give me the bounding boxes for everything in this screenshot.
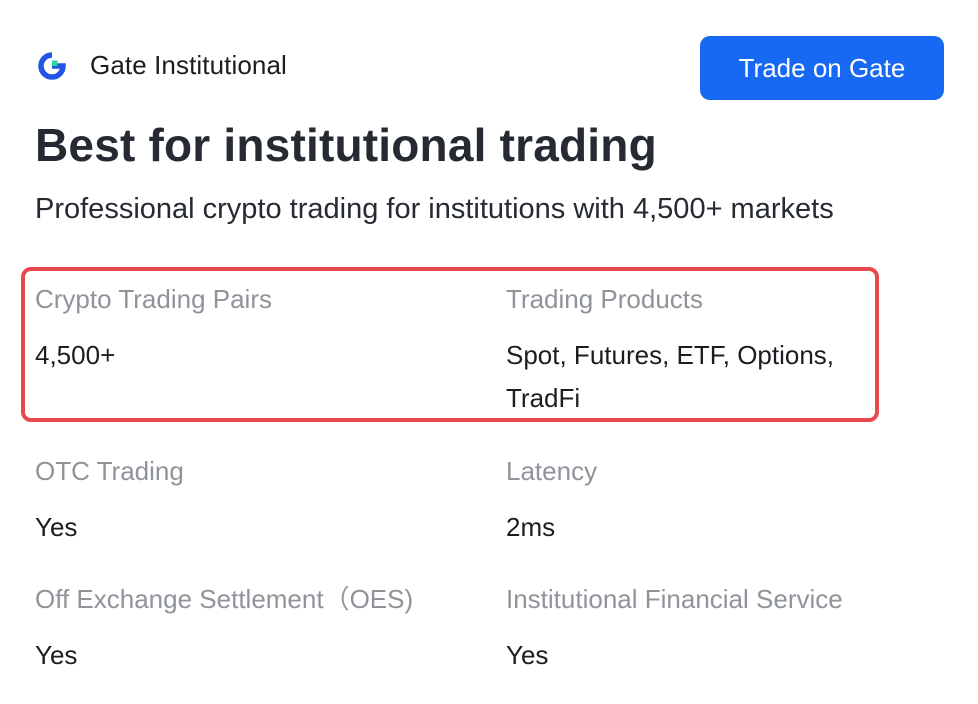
gate-logo-icon <box>38 51 66 80</box>
feature-value: Spot, Futures, ETF, Options, TradFi <box>506 340 835 413</box>
feature-label: Latency <box>506 456 598 486</box>
feature-crypto-trading-pairs: Crypto Trading Pairs 4,500+ <box>35 283 475 377</box>
feature-trading-products: Trading Products Spot, Futures, ETF, Opt… <box>506 283 886 420</box>
feature-off-exchange-settlement: Off Exchange Settlement（OES) Yes <box>35 583 475 677</box>
brand[interactable]: Gate Institutional <box>38 50 287 81</box>
brand-name: Gate Institutional <box>90 50 287 80</box>
feature-label: Crypto Trading Pairs <box>35 284 272 314</box>
feature-label: OTC Trading <box>35 456 184 486</box>
feature-label: Institutional Financial Service <box>506 584 843 614</box>
feature-value: Yes <box>35 512 78 542</box>
header: Gate Institutional Trade on Gate <box>38 36 944 100</box>
page-title: Best for institutional trading <box>35 119 657 171</box>
feature-value: 4,500+ <box>35 340 116 370</box>
feature-institutional-financial-service: Institutional Financial Service Yes <box>506 583 886 677</box>
trade-on-gate-button[interactable]: Trade on Gate <box>700 36 944 100</box>
page-subtitle: Professional crypto trading for institut… <box>35 193 834 225</box>
feature-value: 2ms <box>506 512 556 542</box>
feature-value: Yes <box>35 640 78 670</box>
feature-label: Off Exchange Settlement（OES) <box>35 584 414 614</box>
feature-latency: Latency 2ms <box>506 455 886 549</box>
feature-label: Trading Products <box>506 284 704 314</box>
feature-otc-trading: OTC Trading Yes <box>35 455 475 549</box>
feature-value: Yes <box>506 640 549 670</box>
